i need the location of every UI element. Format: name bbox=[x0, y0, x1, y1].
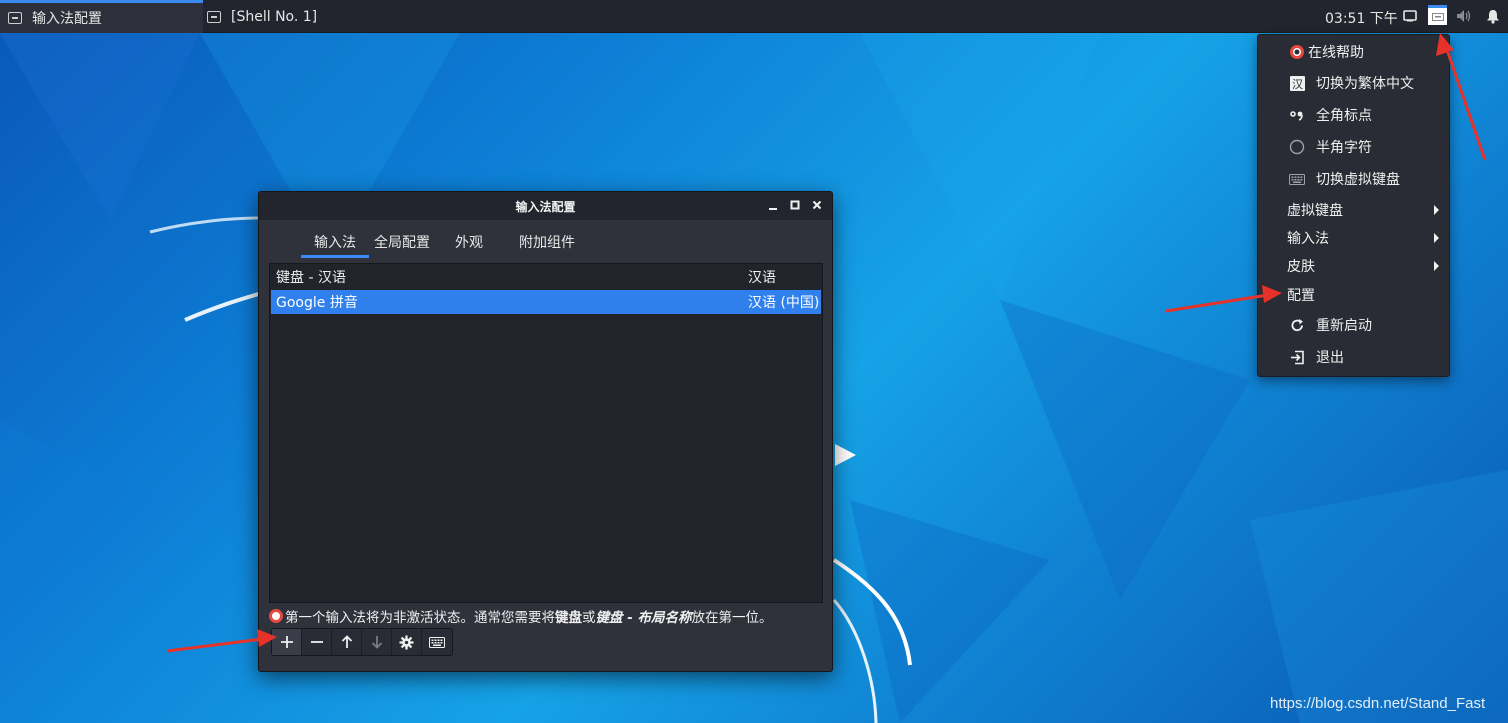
taskbar-task-im-config[interactable]: 输入法配置 bbox=[0, 0, 203, 33]
exit-icon bbox=[1288, 348, 1306, 366]
keyboard-layout-icon bbox=[429, 636, 445, 648]
top-panel: 输入法配置 [Shell No. 1] 03:51 下午 bbox=[0, 0, 1508, 33]
maximize-button[interactable] bbox=[788, 198, 802, 212]
menu-item-label: 重新启动 bbox=[1316, 318, 1372, 334]
tab-label: 输入法 bbox=[314, 235, 356, 251]
tab-appearance[interactable]: 外观 bbox=[449, 226, 489, 258]
move-down-button[interactable] bbox=[362, 629, 392, 655]
tab-label: 外观 bbox=[455, 235, 483, 251]
menu-item-label: 切换虚拟键盘 bbox=[1316, 172, 1400, 188]
menu-item-label: 输入法 bbox=[1287, 231, 1329, 247]
im-name: 键盘 - 汉语 bbox=[276, 270, 346, 286]
tab-input-method[interactable]: 输入法 bbox=[301, 226, 369, 258]
clock[interactable]: 03:51 下午 bbox=[1325, 8, 1398, 28]
dialog-title: 输入法配置 bbox=[515, 200, 576, 214]
lifebuoy-icon bbox=[269, 609, 283, 623]
watermark-text: https://blog.csdn.net/Stand_Fast bbox=[1270, 695, 1486, 712]
remove-icon bbox=[310, 641, 323, 643]
tab-label: 附加组件 bbox=[519, 235, 575, 251]
move-up-icon bbox=[341, 635, 352, 648]
move-up-button[interactable] bbox=[332, 629, 362, 655]
task-label: 输入法配置 bbox=[32, 11, 102, 27]
tab-addons[interactable]: 附加组件 bbox=[509, 226, 585, 258]
dialog-titlebar[interactable]: 输入法配置 bbox=[259, 192, 832, 220]
halfwidth-circle-icon bbox=[1288, 138, 1306, 156]
hint-text: 放在第一位。 bbox=[691, 610, 773, 626]
menu-item-toggle-virtual-keyboard[interactable]: 切换虚拟键盘 bbox=[1258, 166, 1449, 192]
menu-item-switch-traditional[interactable]: 汉 切换为繁体中文 bbox=[1258, 70, 1449, 96]
im-language: 汉语 bbox=[748, 270, 776, 286]
lifebuoy-icon bbox=[1288, 43, 1306, 61]
minimize-button[interactable] bbox=[766, 198, 780, 212]
menu-item-label: 半角字符 bbox=[1316, 140, 1372, 156]
keyboard-layout-button[interactable] bbox=[422, 629, 452, 655]
menu-item-label: 退出 bbox=[1316, 350, 1344, 366]
im-name: Google 拼音 bbox=[276, 295, 358, 311]
im-list-toolbar bbox=[271, 628, 453, 656]
im-language: 汉语 (中国) bbox=[748, 295, 820, 311]
menu-item-label: 皮肤 bbox=[1287, 259, 1315, 275]
menu-item-label: 配置 bbox=[1287, 288, 1315, 304]
menu-item-restart[interactable]: 重新启动 bbox=[1258, 312, 1449, 338]
im-config-dialog: 输入法配置 输入法 全局配置 外观 附加组件 键盘 - 汉语 汉语 Google… bbox=[258, 191, 833, 672]
taskbar-task-shell[interactable]: [Shell No. 1] bbox=[203, 0, 383, 33]
menu-item-fullwidth-punct[interactable]: 全角标点 bbox=[1258, 102, 1449, 128]
menu-item-label: 在线帮助 bbox=[1308, 45, 1364, 61]
menu-item-virtual-keyboard-submenu[interactable]: 虚拟键盘 bbox=[1258, 197, 1449, 223]
task-label: [Shell No. 1] bbox=[231, 8, 318, 25]
configure-button[interactable] bbox=[392, 629, 422, 655]
hint-text: 第一个输入法将为非激活状态。通常您需要将 bbox=[285, 610, 555, 626]
terminal-icon bbox=[207, 10, 221, 23]
restart-icon bbox=[1288, 316, 1306, 334]
input-method-list[interactable]: 键盘 - 汉语 汉语 Google 拼音 汉语 (中国) bbox=[269, 263, 823, 603]
window-icon bbox=[8, 12, 22, 24]
tab-label: 全局配置 bbox=[374, 235, 430, 251]
screen-icon[interactable] bbox=[1401, 7, 1419, 25]
hint-text: 或 bbox=[582, 610, 596, 626]
hint-bold: 键盘 - 布局名称 bbox=[595, 610, 692, 626]
list-item[interactable]: Google 拼音 汉语 (中国) bbox=[271, 290, 821, 314]
remove-button[interactable] bbox=[302, 629, 332, 655]
input-method-tray-menu: 在线帮助 汉 切换为繁体中文 全角标点 半角字符 切换虚拟键盘 虚拟键盘 输入法… bbox=[1257, 34, 1450, 377]
menu-item-config[interactable]: 配置 bbox=[1258, 282, 1449, 308]
list-item[interactable]: 键盘 - 汉语 汉语 bbox=[271, 265, 821, 289]
menu-item-input-method-submenu[interactable]: 输入法 bbox=[1258, 225, 1449, 251]
close-button[interactable] bbox=[810, 198, 824, 212]
menu-item-online-help[interactable]: 在线帮助 bbox=[1258, 39, 1449, 65]
add-icon bbox=[280, 636, 293, 648]
settings-gear-icon bbox=[399, 634, 414, 650]
menu-item-label: 切换为繁体中文 bbox=[1316, 76, 1414, 92]
keyboard-indicator-icon[interactable] bbox=[1428, 5, 1447, 25]
submenu-arrow-icon bbox=[1434, 205, 1439, 215]
menu-item-halfwidth-char[interactable]: 半角字符 bbox=[1258, 134, 1449, 160]
hint-bold: 键盘 bbox=[555, 610, 582, 626]
tab-global-config[interactable]: 全局配置 bbox=[364, 226, 440, 258]
submenu-arrow-icon bbox=[1434, 233, 1439, 243]
han-char-icon: 汉 bbox=[1288, 74, 1306, 92]
move-down-icon bbox=[371, 636, 382, 649]
volume-icon[interactable] bbox=[1455, 7, 1473, 25]
menu-item-label: 全角标点 bbox=[1316, 108, 1372, 124]
keyboard-icon bbox=[1288, 170, 1306, 188]
fullwidth-punct-icon bbox=[1288, 106, 1306, 124]
svg-text:汉: 汉 bbox=[1292, 78, 1303, 91]
submenu-arrow-icon bbox=[1434, 261, 1439, 271]
add-button[interactable] bbox=[272, 629, 302, 655]
hint-message: 第一个输入法将为非激活状态。通常您需要将 键盘或键盘 - 布局名称 放在第一位。 bbox=[269, 606, 773, 626]
menu-item-label: 虚拟键盘 bbox=[1287, 203, 1343, 219]
menu-item-skin-submenu[interactable]: 皮肤 bbox=[1258, 253, 1449, 279]
notification-bell-icon[interactable] bbox=[1484, 7, 1502, 25]
menu-item-quit[interactable]: 退出 bbox=[1258, 344, 1449, 370]
